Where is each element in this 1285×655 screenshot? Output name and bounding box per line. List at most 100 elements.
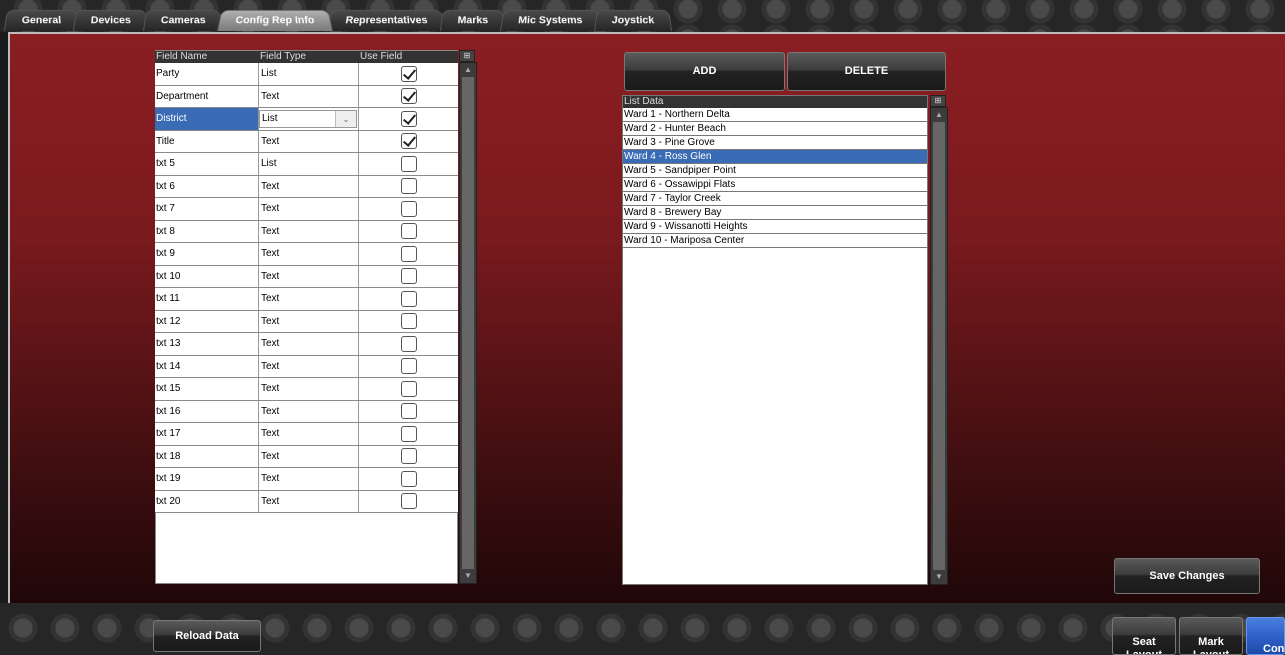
use-field-checkbox[interactable] xyxy=(400,448,417,465)
field-name-cell[interactable]: txt 8 xyxy=(155,220,259,242)
list-item[interactable]: Ward 6 - Ossawippi Flats xyxy=(623,178,927,192)
column-header-field-name[interactable]: Field Name xyxy=(155,51,259,63)
use-field-checkbox[interactable] xyxy=(400,65,417,82)
field-type-cell[interactable]: Text xyxy=(259,175,359,197)
use-field-checkbox[interactable] xyxy=(400,403,417,420)
list-options-icon[interactable]: ⊞ xyxy=(930,95,946,107)
field-row[interactable]: txt 12 Text xyxy=(155,310,458,333)
field-row[interactable]: txt 17 Text xyxy=(155,423,458,446)
list-item[interactable]: Ward 3 - Pine Grove xyxy=(623,136,927,150)
field-name-cell[interactable]: Department xyxy=(155,85,259,107)
scroll-thumb[interactable] xyxy=(933,122,945,570)
column-header-field-type[interactable]: Field Type xyxy=(259,51,359,63)
seat-layout-button[interactable]: Seat Layout xyxy=(1112,617,1176,655)
field-row[interactable]: txt 5 List xyxy=(155,153,458,176)
mark-layout-button[interactable]: Mark Layout xyxy=(1179,617,1243,655)
use-field-checkbox[interactable] xyxy=(400,133,417,150)
use-field-checkbox[interactable] xyxy=(400,268,417,285)
use-field-checkbox[interactable] xyxy=(400,88,417,105)
field-type-cell[interactable]: List xyxy=(259,153,359,175)
field-type-cell[interactable]: Text xyxy=(259,130,359,152)
field-name-cell[interactable]: txt 20 xyxy=(155,490,259,512)
use-field-checkbox[interactable] xyxy=(400,178,417,195)
tab-marks[interactable]: Marks xyxy=(439,9,506,32)
field-row[interactable]: txt 16 Text xyxy=(155,400,458,423)
field-row[interactable]: txt 6 Text xyxy=(155,175,458,198)
use-field-checkbox[interactable] xyxy=(400,290,417,307)
field-row[interactable]: txt 19 Text xyxy=(155,468,458,491)
field-type-dropdown[interactable]: List ⌄ xyxy=(259,110,357,128)
field-type-cell[interactable]: Text xyxy=(259,490,359,512)
field-name-cell[interactable]: txt 11 xyxy=(155,288,259,310)
field-row[interactable]: txt 9 Text xyxy=(155,243,458,266)
list-item[interactable]: Ward 1 - Northern Delta xyxy=(623,108,927,122)
field-type-cell[interactable]: Text xyxy=(259,355,359,377)
field-type-cell[interactable]: Text xyxy=(259,378,359,400)
tab-mic-systems[interactable]: Mic Systems xyxy=(499,9,601,32)
field-name-cell[interactable]: txt 17 xyxy=(155,423,259,445)
chevron-down-icon[interactable]: ⌄ xyxy=(335,111,356,127)
field-name-cell[interactable]: txt 16 xyxy=(155,400,259,422)
field-row[interactable]: txt 15 Text xyxy=(155,378,458,401)
save-changes-button[interactable]: Save Changes xyxy=(1114,558,1260,594)
tab-representatives[interactable]: Representatives xyxy=(326,9,446,32)
use-field-checkbox[interactable] xyxy=(400,155,417,172)
column-header-use-field[interactable]: Use Field xyxy=(359,51,458,63)
list-item[interactable]: Ward 10 - Mariposa Center xyxy=(623,234,927,248)
field-name-cell[interactable]: Title xyxy=(155,130,259,152)
field-grid-scrollbar[interactable]: ▲ ▼ xyxy=(459,62,477,584)
field-type-cell[interactable]: List ⌄ xyxy=(259,108,359,130)
field-type-cell[interactable]: Text xyxy=(259,468,359,490)
scroll-down-icon[interactable]: ▼ xyxy=(461,571,475,581)
use-field-checkbox[interactable] xyxy=(400,493,417,510)
scroll-up-icon[interactable]: ▲ xyxy=(932,110,946,120)
field-name-cell[interactable]: txt 19 xyxy=(155,468,259,490)
field-row[interactable]: District List ⌄ xyxy=(155,108,458,131)
field-type-cell[interactable]: Text xyxy=(259,333,359,355)
tab-devices[interactable]: Devices xyxy=(72,9,149,32)
field-row[interactable]: Title Text xyxy=(155,130,458,153)
field-type-cell[interactable]: Text xyxy=(259,288,359,310)
field-type-cell[interactable]: Text xyxy=(259,423,359,445)
config-button[interactable]: Conf xyxy=(1246,617,1285,655)
field-name-cell[interactable]: txt 12 xyxy=(155,310,259,332)
list-item[interactable]: Ward 2 - Hunter Beach xyxy=(623,122,927,136)
field-type-cell[interactable]: Text xyxy=(259,445,359,467)
use-field-checkbox[interactable] xyxy=(400,110,417,127)
field-type-cell[interactable]: Text xyxy=(259,220,359,242)
field-type-cell[interactable]: Text xyxy=(259,310,359,332)
field-name-cell[interactable]: txt 14 xyxy=(155,355,259,377)
tab-joystick[interactable]: Joystick xyxy=(594,9,673,32)
use-field-checkbox[interactable] xyxy=(400,223,417,240)
field-row[interactable]: Party List xyxy=(155,63,458,86)
field-type-cell[interactable]: Text xyxy=(259,400,359,422)
use-field-checkbox[interactable] xyxy=(400,425,417,442)
field-row[interactable]: txt 8 Text xyxy=(155,220,458,243)
field-name-cell[interactable]: txt 7 xyxy=(155,198,259,220)
scroll-down-icon[interactable]: ▼ xyxy=(932,572,946,582)
tab-general[interactable]: General xyxy=(4,9,79,32)
field-type-cell[interactable]: Text xyxy=(259,85,359,107)
field-type-cell[interactable]: Text xyxy=(259,198,359,220)
field-row[interactable]: Department Text xyxy=(155,85,458,108)
list-item[interactable]: Ward 5 - Sandpiper Point xyxy=(623,164,927,178)
field-type-cell[interactable]: List xyxy=(259,63,359,85)
use-field-checkbox[interactable] xyxy=(400,335,417,352)
field-row[interactable]: txt 20 Text xyxy=(155,490,458,513)
use-field-checkbox[interactable] xyxy=(400,245,417,262)
scroll-thumb[interactable] xyxy=(462,77,474,569)
use-field-checkbox[interactable] xyxy=(400,358,417,375)
tab-config-rep-info[interactable]: Config Rep Info xyxy=(217,9,333,32)
field-row[interactable]: txt 13 Text xyxy=(155,333,458,356)
field-name-cell[interactable]: txt 10 xyxy=(155,265,259,287)
list-item[interactable]: Ward 4 - Ross Glen xyxy=(623,150,927,164)
field-row[interactable]: txt 11 Text xyxy=(155,288,458,311)
use-field-checkbox[interactable] xyxy=(400,470,417,487)
delete-button[interactable]: DELETE xyxy=(787,52,946,91)
list-item[interactable]: Ward 8 - Brewery Bay xyxy=(623,206,927,220)
field-name-cell[interactable]: txt 18 xyxy=(155,445,259,467)
list-item[interactable]: Ward 9 - Wissanotti Heights xyxy=(623,220,927,234)
field-name-cell[interactable]: txt 9 xyxy=(155,243,259,265)
scroll-up-icon[interactable]: ▲ xyxy=(461,65,475,75)
list-item[interactable]: Ward 7 - Taylor Creek xyxy=(623,192,927,206)
